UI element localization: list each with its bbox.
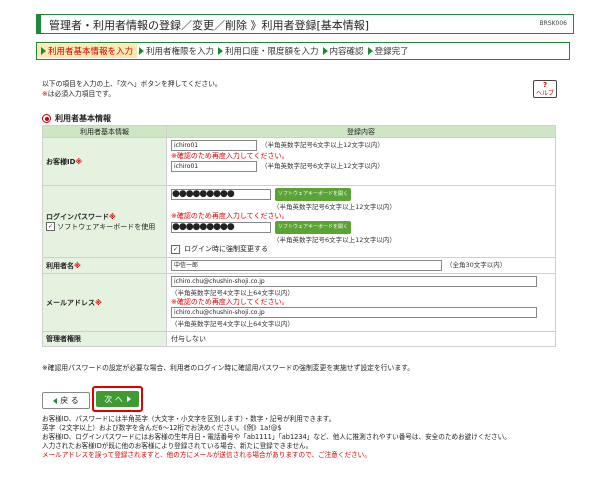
page-title: 管理者・利用者情報の登録／変更／削除 》利用者登録[基本情報] bbox=[49, 19, 370, 32]
step-arrow-icon bbox=[218, 47, 224, 55]
user-id-confirm-input[interactable]: ichiro01 bbox=[171, 161, 257, 172]
back-arrow-icon bbox=[53, 397, 58, 404]
step-4: 内容確認 bbox=[321, 45, 366, 57]
force-change-checkbox[interactable]: ✓ bbox=[171, 245, 180, 254]
intro-text: 以下の項目を入力の上、「次へ」ボタンを押してください。 ※は必須入力項目です。 bbox=[42, 80, 222, 98]
user-name-input[interactable]: 中信一郎 bbox=[171, 260, 442, 271]
admin-label: 管理者権限 bbox=[42, 331, 167, 347]
help-button[interactable]: ? ヘルプ bbox=[533, 80, 557, 98]
next-button[interactable]: 次 へ bbox=[96, 391, 139, 407]
step-3: 利用口座・限度額を入力 bbox=[216, 45, 321, 57]
user-name-label: 利用者名※ bbox=[42, 257, 167, 274]
screen-code: BRSK006 bbox=[539, 20, 567, 27]
admin-value: 付与しない bbox=[166, 331, 556, 347]
software-keyboard-checkbox[interactable]: ✓ bbox=[46, 222, 55, 231]
step-arrow-icon bbox=[139, 47, 145, 55]
software-keyboard-button-2[interactable]: ソフトウェアキーボードを開く bbox=[275, 221, 352, 234]
password-confirm-input[interactable]: ●●●●●●●●● bbox=[171, 222, 271, 233]
email-confirm-input[interactable]: ichiro.chu@chushin-shoji.co.jp bbox=[171, 307, 537, 318]
step-arrow-icon bbox=[367, 47, 373, 55]
table-header-content: 登録内容 bbox=[166, 125, 556, 138]
next-arrow-icon bbox=[126, 396, 131, 402]
step-2: 利用者権限を入力 bbox=[137, 45, 216, 57]
help-icon: ? bbox=[542, 81, 548, 89]
bullet-icon bbox=[42, 114, 51, 123]
password-label: ログインパスワード※ ✓ ソフトウェアキーボードを使用 bbox=[42, 185, 167, 258]
section-heading: 利用者基本情報 bbox=[42, 113, 111, 124]
step-1: 利用者基本情報を入力 bbox=[37, 44, 138, 58]
step-arrow-icon bbox=[322, 47, 328, 55]
step-5: 登録完了 bbox=[366, 45, 411, 57]
progress-steps: 利用者基本情報を入力 利用者権限を入力 利用口座・限度額を入力 内容確認 登録完… bbox=[36, 42, 570, 60]
footer-notes: お客様ID、パスワードには半角英字（大文字・小文字を区別します）・数字・記号が利… bbox=[42, 415, 511, 459]
email-input[interactable]: ichiro.chu@chushin-shoji.co.jp bbox=[171, 276, 537, 287]
step-arrow-icon bbox=[41, 47, 46, 55]
email-label: メールアドレス※ bbox=[42, 273, 167, 332]
page-header: 管理者・利用者情報の登録／変更／削除 》利用者登録[基本情報] BRSK006 bbox=[36, 14, 574, 34]
back-button[interactable]: 戻 る bbox=[42, 392, 90, 409]
user-id-input[interactable]: ichiro01 bbox=[171, 140, 257, 151]
software-keyboard-button[interactable]: ソフトウェアキーボードを開く bbox=[275, 188, 352, 201]
table-header-item: 利用者基本情報 bbox=[42, 125, 167, 138]
form-table: 利用者基本情報 登録内容 お客様ID※ ichiro01 （半角英数字記号6文字以… bbox=[42, 125, 556, 347]
password-note: ※確認用パスワードの設定が必要な場合、利用者のログイン時に確認用パスワードの強制… bbox=[42, 364, 415, 372]
user-id-label: お客様ID※ bbox=[42, 137, 167, 186]
password-input[interactable]: ●●●●●●●●● bbox=[171, 189, 271, 200]
